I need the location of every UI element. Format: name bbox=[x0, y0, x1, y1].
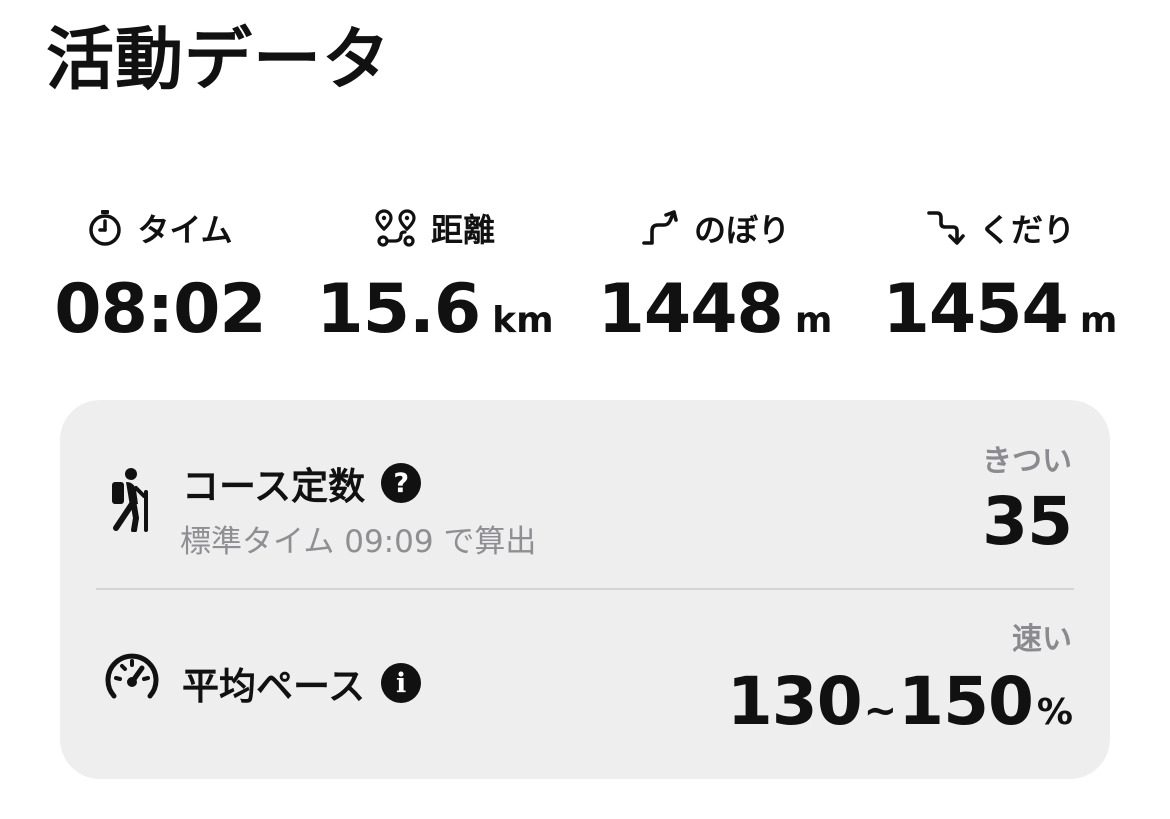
stat-distance-value: 15.6 bbox=[316, 270, 481, 349]
stat-time-value: 08:02 bbox=[54, 270, 266, 349]
average-pace-value: 130~150% bbox=[726, 663, 1073, 749]
pace-high-value: 150 bbox=[898, 663, 1034, 740]
course-constant-value: 35 bbox=[982, 483, 1073, 560]
stat-time-header: タイム bbox=[15, 200, 305, 256]
difficulty-rating: きつい bbox=[982, 444, 1072, 479]
stat-ascent-header: のぼり bbox=[570, 200, 860, 256]
pace-rating: 速い bbox=[1012, 622, 1072, 657]
page-title: 活動データ bbox=[46, 21, 392, 100]
stat-descent-unit: m bbox=[1079, 300, 1118, 341]
stat-ascent-unit: m bbox=[794, 300, 833, 341]
course-constant-row: コース定数 ? 標準タイム 09:09 で算出 きつい 35 bbox=[60, 400, 1110, 588]
stat-descent-header: くだり bbox=[855, 200, 1145, 256]
stat-ascent: のぼり 1448 m bbox=[570, 200, 860, 360]
stat-time: タイム 08:02 bbox=[15, 200, 305, 360]
ascent-arrow-icon bbox=[640, 209, 680, 247]
stat-descent-value: 1454 bbox=[882, 270, 1069, 349]
stat-distance-unit: km bbox=[492, 300, 554, 341]
average-pace-title: 平均ペース bbox=[182, 665, 366, 708]
pace-range-tilde: ~ bbox=[863, 688, 898, 734]
course-constant-title: コース定数 bbox=[182, 465, 366, 508]
stat-time-label: タイム bbox=[137, 211, 233, 249]
info-icon[interactable]: i bbox=[381, 663, 422, 703]
stat-ascent-label: のぼり bbox=[693, 211, 790, 249]
pace-low-value: 130 bbox=[726, 663, 863, 740]
standard-time-note: 標準タイム 09:09 で算出 bbox=[180, 524, 537, 560]
hiker-icon bbox=[102, 466, 162, 532]
stat-distance: 距離 15.6 km bbox=[290, 200, 580, 360]
stat-descent: くだり 1454 m bbox=[855, 200, 1145, 360]
summary-card: コース定数 ? 標準タイム 09:09 で算出 きつい 35 平均ペース i 速… bbox=[60, 400, 1110, 779]
stat-distance-header: 距離 bbox=[290, 200, 580, 256]
pace-unit: % bbox=[1036, 692, 1073, 733]
stat-descent-label: くだり bbox=[978, 211, 1075, 249]
speedometer-icon bbox=[104, 652, 160, 702]
stat-distance-label: 距離 bbox=[430, 211, 495, 249]
stopwatch-icon bbox=[87, 209, 123, 247]
average-pace-row: 平均ペース i 速い 130~150% bbox=[60, 590, 1110, 779]
help-icon[interactable]: ? bbox=[381, 463, 422, 503]
stat-ascent-value: 1448 bbox=[597, 270, 784, 349]
route-pins-icon bbox=[375, 208, 417, 248]
descent-arrow-icon bbox=[925, 209, 965, 247]
